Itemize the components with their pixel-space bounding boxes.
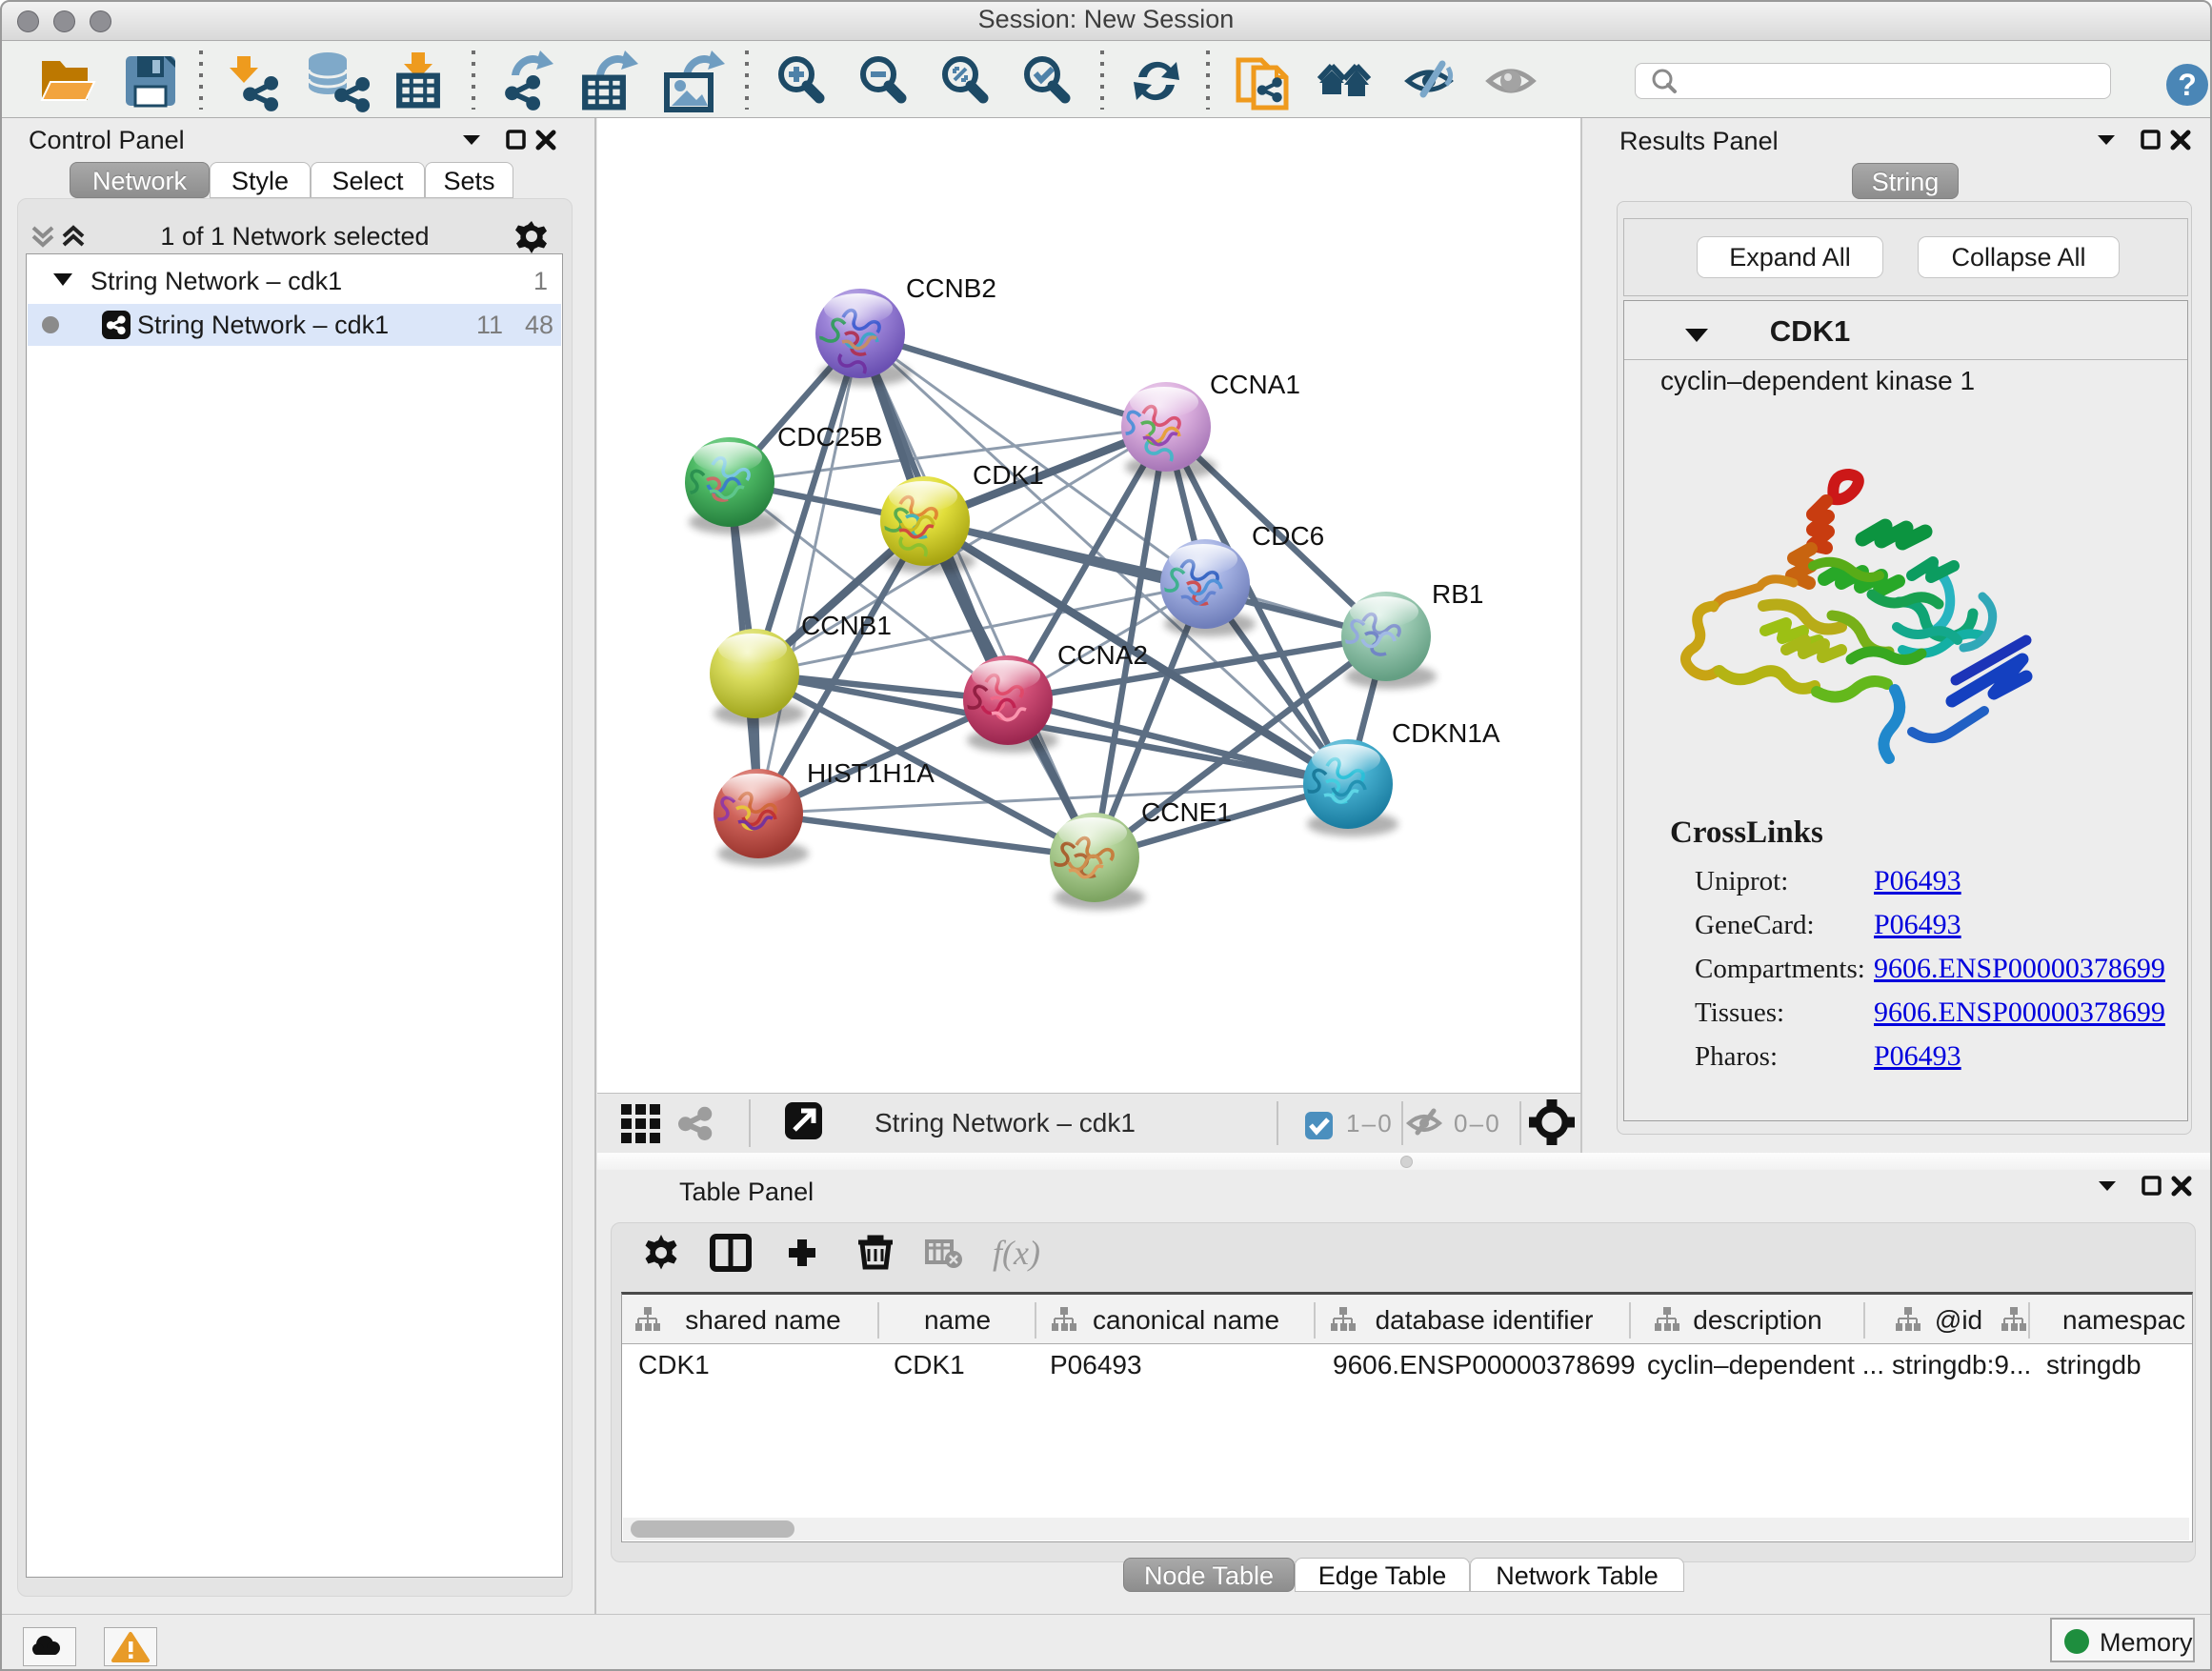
svg-text:CDC25B: CDC25B [777,422,882,452]
svg-text:CDC6: CDC6 [1252,521,1324,551]
svg-text:database identifier: database identifier [1376,1305,1594,1335]
svg-text:description: description [1693,1305,1821,1335]
svg-text:HIST1H1A: HIST1H1A [807,758,935,788]
svg-text:CDK1: CDK1 [973,460,1044,490]
svg-text:RB1: RB1 [1432,579,1483,609]
svg-text:CCNA1: CCNA1 [1210,370,1300,399]
svg-text:@id: @id [1935,1305,1982,1335]
svg-text:CCNA2: CCNA2 [1057,640,1148,670]
svg-text:?: ? [2178,68,2197,102]
svg-text:f(x): f(x) [993,1234,1040,1272]
svg-text:CCNB2: CCNB2 [906,273,996,303]
svg-text:canonical name: canonical name [1093,1305,1279,1335]
svg-text:namespac: namespac [2062,1305,2185,1335]
svg-text:name: name [924,1305,991,1335]
svg-text:1 – 0: 1 – 0 [1346,1109,1392,1137]
svg-text:CCNB1: CCNB1 [801,611,892,640]
svg-text:CCNE1: CCNE1 [1141,797,1232,827]
svg-text:shared name: shared name [685,1305,840,1335]
svg-text:String Network – cdk1: String Network – cdk1 [875,1108,1136,1137]
svg-text:CDKN1A: CDKN1A [1392,718,1500,748]
svg-text:0 – 0: 0 – 0 [1454,1109,1499,1137]
